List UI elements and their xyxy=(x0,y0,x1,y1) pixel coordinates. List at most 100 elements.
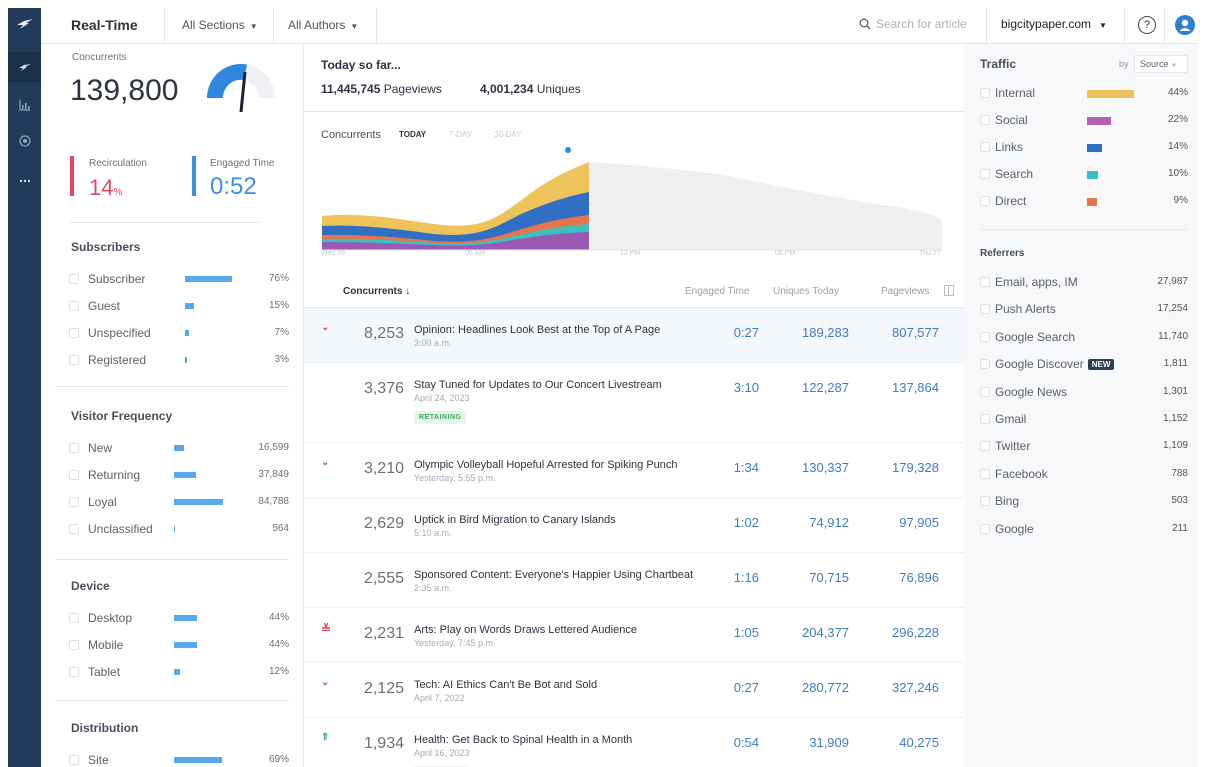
chartbeat-logo[interactable] xyxy=(15,14,35,34)
target-icon[interactable] xyxy=(8,126,41,156)
subscriber-row[interactable]: Registered 3% xyxy=(69,352,289,372)
authors-dropdown[interactable]: All Authors ▼ xyxy=(288,18,358,32)
subscriber-row[interactable]: Subscriber 76% xyxy=(69,271,289,291)
checkbox[interactable] xyxy=(980,304,990,315)
authors-dropdown-label: All Authors xyxy=(288,18,346,32)
article-title[interactable]: Uptick in Bird Migration to Canary Islan… xyxy=(414,514,616,526)
article-row[interactable]: 2,555 Sponsored Content: Everyone's Happi… xyxy=(304,553,964,608)
traffic-panel: Traffic by Source ▼ Internal 44% Social 22%… xyxy=(964,44,1198,767)
checkbox[interactable] xyxy=(69,524,79,534)
checkbox[interactable] xyxy=(69,274,79,284)
traffic-source-name: Direct xyxy=(995,194,1027,208)
checkbox[interactable] xyxy=(980,331,990,342)
traffic-row[interactable]: Search 10% xyxy=(980,166,1188,186)
referrer-row[interactable]: Google Discover NEW 1,811 xyxy=(980,356,1188,376)
article-row[interactable]: ⌄ 8,253 Opinion: Headlines Look Best at th… xyxy=(304,308,964,363)
checkbox[interactable] xyxy=(980,88,990,98)
article-search-input[interactable]: Search for article xyxy=(859,17,967,31)
columns-icon[interactable] xyxy=(944,285,954,296)
sort-concurrents-header[interactable]: Concurrents ↓ xyxy=(343,286,410,297)
tab-today[interactable]: TODAY xyxy=(399,130,426,139)
frequency-row[interactable]: Loyal 84,788 xyxy=(69,494,289,514)
user-avatar[interactable] xyxy=(1175,15,1195,35)
checkbox[interactable] xyxy=(69,755,79,765)
device-row[interactable]: Tablet 12% xyxy=(69,664,289,684)
status-badge: RETAINING xyxy=(414,411,467,424)
article-row[interactable]: ⇑ 1,934 Health: Get Back to Spinal Health … xyxy=(304,718,964,767)
checkbox[interactable] xyxy=(69,355,79,365)
frequency-row[interactable]: Returning 37,849 xyxy=(69,467,289,487)
referrer-row[interactable]: Google 211 xyxy=(980,521,1188,541)
checkbox[interactable] xyxy=(980,496,990,507)
article-title[interactable]: Health: Get Back to Spinal Health in a M… xyxy=(414,734,632,746)
article-row[interactable]: 2,629 Uptick in Bird Migration to Canary … xyxy=(304,498,964,553)
subscriber-row[interactable]: Guest 15% xyxy=(69,298,289,318)
traffic-row[interactable]: Direct 9% xyxy=(980,193,1188,213)
domain-selector[interactable]: bigcitypaper.com ▼ xyxy=(1001,17,1107,31)
article-title[interactable]: Tech: AI Ethics Can't Be Bot and Sold xyxy=(414,679,597,691)
more-icon[interactable] xyxy=(8,166,41,196)
checkbox[interactable] xyxy=(69,301,79,311)
frequency-row[interactable]: New 16,599 xyxy=(69,440,289,460)
checkbox[interactable] xyxy=(980,115,990,125)
article-row[interactable]: ⌄ 3,210 Olympic Volleyball Hopeful Arreste… xyxy=(304,443,964,498)
checkbox[interactable] xyxy=(980,386,990,397)
checkbox[interactable] xyxy=(980,523,990,534)
checkbox[interactable] xyxy=(980,142,990,152)
row-value: 564 xyxy=(272,523,289,534)
device-row[interactable]: Mobile 44% xyxy=(69,637,289,657)
article-title[interactable]: Sponsored Content: Everyone's Happier Us… xyxy=(414,569,693,581)
article-row[interactable]: ≚ 2,231 Arts: Play on Words Draws Lettered… xyxy=(304,608,964,663)
checkbox[interactable] xyxy=(980,169,990,179)
row-label: Unspecified xyxy=(88,326,151,340)
article-title[interactable]: Opinion: Headlines Look Best at the Top … xyxy=(414,324,660,336)
distribution-row[interactable]: Site 69% xyxy=(69,752,289,767)
checkbox[interactable] xyxy=(69,667,79,677)
reports-chart-icon[interactable] xyxy=(8,90,41,120)
referrer-row[interactable]: Gmail 1,152 xyxy=(980,411,1188,431)
tab-7-day[interactable]: 7-DAY xyxy=(449,130,472,139)
checkbox[interactable] xyxy=(69,497,79,507)
pageviews-header[interactable]: Pageviews xyxy=(881,286,929,297)
traffic-source-dropdown[interactable]: Source ▼ xyxy=(1134,55,1188,73)
sections-dropdown[interactable]: All Sections ▼ xyxy=(182,18,258,32)
checkbox[interactable] xyxy=(69,328,79,338)
checkbox[interactable] xyxy=(980,414,990,424)
engaged-time-header[interactable]: Engaged Time xyxy=(685,286,750,297)
referrer-row[interactable]: Twitter 1,109 xyxy=(980,438,1188,458)
referrer-row[interactable]: Facebook 788 xyxy=(980,466,1188,486)
article-title[interactable]: Arts: Play on Words Draws Lettered Audie… xyxy=(414,624,637,636)
device-row[interactable]: Desktop 44% xyxy=(69,610,289,630)
article-row[interactable]: ⌄ 2,125 Tech: AI Ethics Can't Be Bot and S… xyxy=(304,663,964,718)
checkbox[interactable] xyxy=(69,613,79,623)
frequency-row[interactable]: Unclassified 564 xyxy=(69,521,289,541)
checkbox[interactable] xyxy=(69,443,79,453)
article-row[interactable]: 3,376 Stay Tuned for Updates to Our Conce… xyxy=(304,363,964,443)
realtime-nav-icon[interactable] xyxy=(8,52,41,82)
current-time-marker xyxy=(565,147,571,153)
traffic-source-label: Source xyxy=(1140,59,1169,69)
referrer-row[interactable]: Bing 503 xyxy=(980,493,1188,513)
article-title[interactable]: Olympic Volleyball Hopeful Arrested for … xyxy=(414,459,678,471)
traffic-row[interactable]: Links 14% xyxy=(980,139,1188,159)
checkbox[interactable] xyxy=(980,359,990,370)
row-label: Site xyxy=(88,753,109,767)
traffic-row[interactable]: Internal 44% xyxy=(980,85,1188,105)
checkbox[interactable] xyxy=(980,441,990,452)
checkbox[interactable] xyxy=(980,468,990,479)
referrer-row[interactable]: Push Alerts 17,254 xyxy=(980,301,1188,321)
help-button[interactable]: ? xyxy=(1138,16,1156,34)
checkbox[interactable] xyxy=(980,196,990,206)
uniques-header[interactable]: Uniques Today xyxy=(773,286,839,297)
engaged-time-label: Engaged Time xyxy=(210,158,275,169)
subscriber-row[interactable]: Unspecified 7% xyxy=(69,325,289,345)
traffic-row[interactable]: Social 22% xyxy=(980,112,1188,132)
checkbox[interactable] xyxy=(980,277,990,287)
article-title[interactable]: Stay Tuned for Updates to Our Concert Li… xyxy=(414,379,662,391)
referrer-row[interactable]: Google News 1,301 xyxy=(980,384,1188,404)
checkbox[interactable] xyxy=(69,470,79,480)
checkbox[interactable] xyxy=(69,640,79,650)
referrer-row[interactable]: Email, apps, IM 27,987 xyxy=(980,274,1188,294)
tab-30-day[interactable]: 30-DAY xyxy=(494,130,521,139)
referrer-row[interactable]: Google Search 11,740 xyxy=(980,329,1188,349)
